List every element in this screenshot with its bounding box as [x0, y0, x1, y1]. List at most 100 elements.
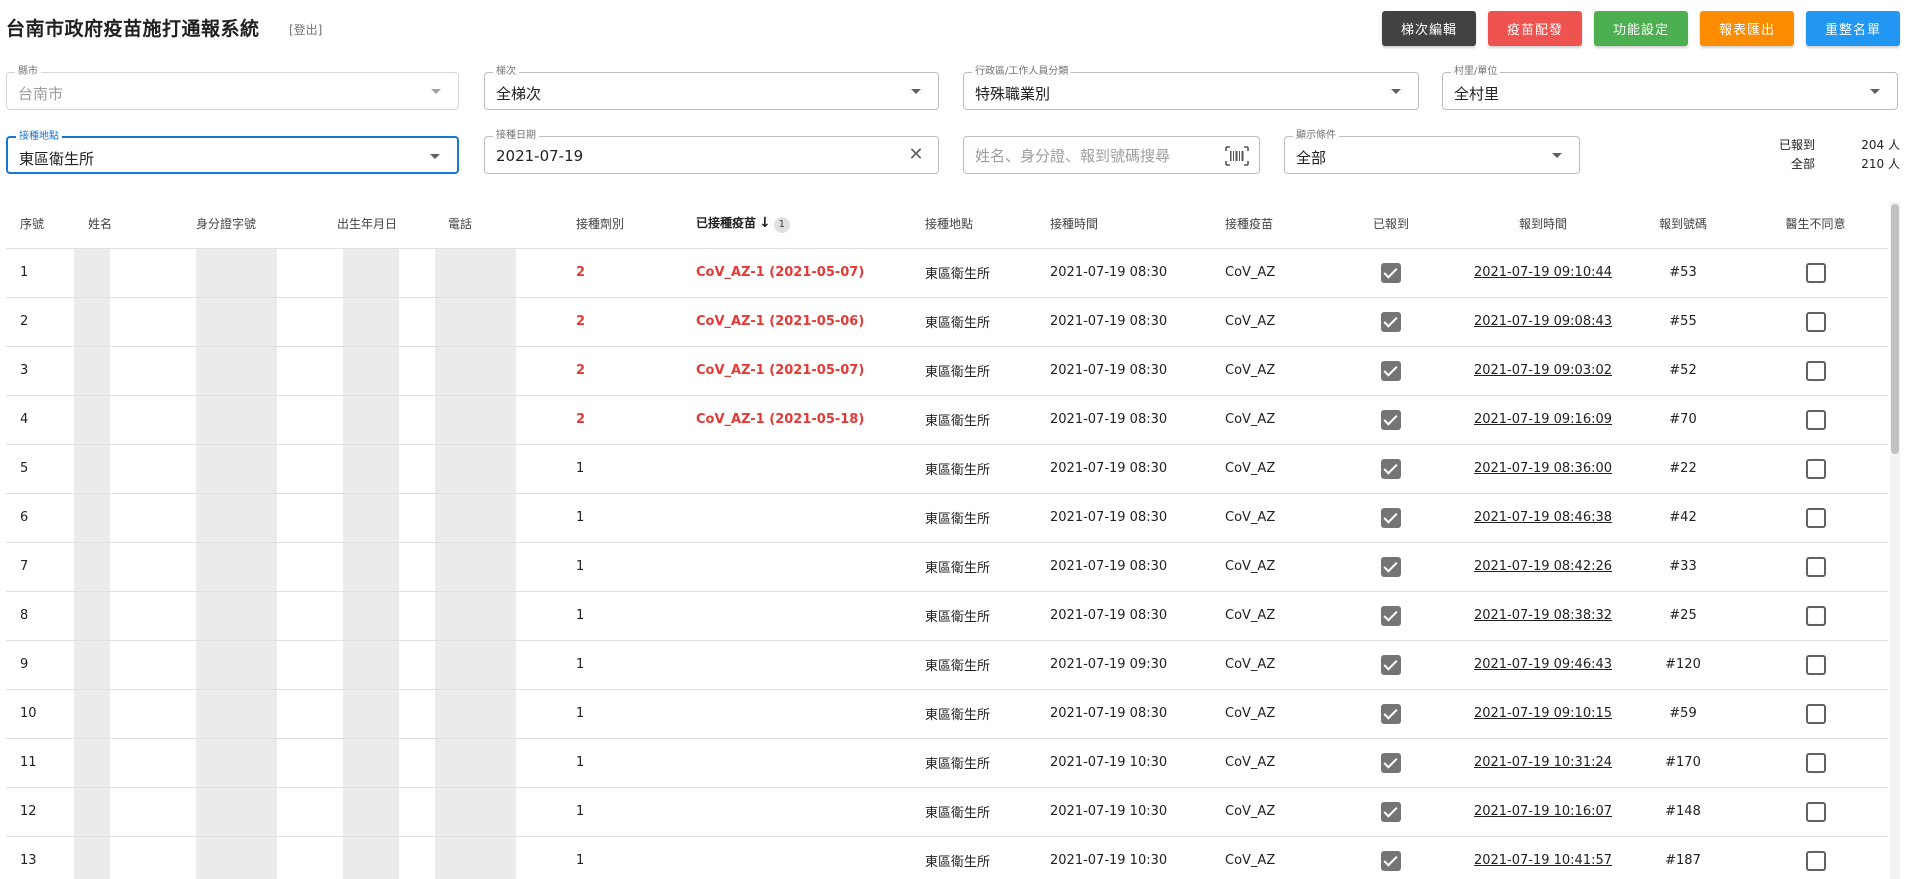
- col-site[interactable]: 接種地點: [911, 200, 1036, 249]
- table-row[interactable]: 8 1 東區衛生所 2021-07-19 08:30 CoV_AZ 2021-07-19 …: [6, 591, 1888, 641]
- col-phone[interactable]: 電話: [434, 200, 562, 249]
- col-checkin-time[interactable]: 報到時間: [1463, 200, 1623, 249]
- checkin-time-link[interactable]: 2021-07-19 09:10:15: [1474, 706, 1612, 721]
- checked-in-checkbox[interactable]: [1381, 507, 1401, 528]
- export-report-button[interactable]: 報表匯出: [1700, 11, 1794, 46]
- col-checked-in[interactable]: 已報到: [1319, 200, 1463, 249]
- village-select[interactable]: 村里/單位 全村里: [1442, 65, 1898, 110]
- arrow-down-icon[interactable]: ↓: [759, 215, 771, 231]
- table-row[interactable]: 13 1 東區衛生所 2021-07-19 10:30 CoV_AZ 2021-07-19…: [6, 836, 1888, 879]
- table-row[interactable]: 3 2 CoV_AZ-1 (2021-05-07) 東區衛生所 2021-07-19 0…: [6, 346, 1888, 396]
- table-row[interactable]: 4 2 CoV_AZ-1 (2021-05-18) 東區衛生所 2021-07-19 0…: [6, 395, 1888, 445]
- col-checkin-no[interactable]: 報到號碼: [1623, 200, 1743, 249]
- checked-in-checkbox[interactable]: [1381, 409, 1401, 430]
- checked-in-checkbox[interactable]: [1381, 654, 1401, 675]
- checkin-time-link[interactable]: 2021-07-19 09:08:43: [1474, 314, 1612, 329]
- table-row[interactable]: 9 1 東區衛生所 2021-07-19 09:30 CoV_AZ 2021-07-19 …: [6, 640, 1888, 690]
- checkin-time-link[interactable]: 2021-07-19 08:38:32: [1474, 608, 1612, 623]
- col-birthdate[interactable]: 出生年月日: [323, 200, 434, 249]
- close-icon[interactable]: ✕: [906, 145, 926, 165]
- redacted-block: [74, 591, 110, 640]
- doctor-refuse-checkbox[interactable]: [1805, 850, 1826, 871]
- checked-in-checkbox[interactable]: [1381, 752, 1401, 773]
- district-select[interactable]: 行政區/工作人員分類 特殊職業別: [963, 65, 1419, 110]
- date-field[interactable]: 接種日期 2021-07-19 ✕: [484, 129, 939, 174]
- batch-select[interactable]: 梯次 全梯次: [484, 65, 939, 110]
- col-name[interactable]: 姓名: [74, 200, 182, 249]
- doctor-refuse-checkbox[interactable]: [1805, 262, 1826, 283]
- scroll-thumb[interactable]: [1891, 204, 1899, 454]
- table-row[interactable]: 7 1 東區衛生所 2021-07-19 08:30 CoV_AZ 2021-07-19 …: [6, 542, 1888, 592]
- col-prior-vaccine[interactable]: 已接種疫苗 ↓ 1: [682, 200, 911, 249]
- doctor-refuse-checkbox[interactable]: [1805, 360, 1826, 381]
- checkin-time-link[interactable]: 2021-07-19 08:36:00: [1474, 461, 1612, 476]
- cell-phone: [434, 395, 562, 445]
- col-seq[interactable]: 序號: [6, 200, 74, 249]
- checked-in-checkbox[interactable]: [1381, 605, 1401, 626]
- display-select[interactable]: 顯示條件 全部: [1284, 129, 1580, 174]
- col-doctor-refuse[interactable]: 醫生不同意: [1743, 200, 1888, 249]
- doctor-refuse-checkbox[interactable]: [1805, 801, 1826, 822]
- checkin-time-link[interactable]: 2021-07-19 09:10:44: [1474, 265, 1612, 280]
- col-id-number[interactable]: 身分證字號: [182, 200, 323, 249]
- checkin-time-link[interactable]: 2021-07-19 08:42:26: [1474, 559, 1612, 574]
- table-row[interactable]: 5 1 東區衛生所 2021-07-19 08:30 CoV_AZ 2021-07-19 …: [6, 444, 1888, 494]
- checkin-time-link[interactable]: 2021-07-19 10:41:57: [1474, 853, 1612, 868]
- col-vaccine[interactable]: 接種疫苗: [1211, 200, 1319, 249]
- checkin-time-link[interactable]: 2021-07-19 10:31:24: [1474, 755, 1612, 770]
- caret-down-icon[interactable]: [911, 89, 921, 94]
- search-field[interactable]: [963, 136, 1260, 174]
- doctor-refuse-checkbox[interactable]: [1805, 458, 1826, 479]
- caret-down-icon[interactable]: [1391, 89, 1401, 94]
- caret-down-icon[interactable]: [1552, 153, 1562, 158]
- table-row[interactable]: 6 1 東區衛生所 2021-07-19 08:30 CoV_AZ 2021-07-19 …: [6, 493, 1888, 543]
- settings-button[interactable]: 功能設定: [1594, 11, 1688, 46]
- checked-in-checkbox[interactable]: [1381, 850, 1401, 871]
- cell-doctor-refuse: [1743, 297, 1888, 347]
- logout-link[interactable]: [登出]: [289, 21, 322, 38]
- doctor-refuse-checkbox[interactable]: [1805, 605, 1826, 626]
- redacted-block: [343, 640, 399, 689]
- redacted-block: [435, 787, 516, 836]
- checkin-time-link[interactable]: 2021-07-19 08:46:38: [1474, 510, 1612, 525]
- checked-in-checkbox[interactable]: [1381, 311, 1401, 332]
- cell-phone: [434, 738, 562, 788]
- checked-in-checkbox[interactable]: [1381, 703, 1401, 724]
- reorder-list-button[interactable]: 重整名單: [1806, 11, 1900, 46]
- checked-in-checkbox[interactable]: [1381, 360, 1401, 381]
- checkin-time-link[interactable]: 2021-07-19 09:03:02: [1474, 363, 1612, 378]
- table-row[interactable]: 1 2 CoV_AZ-1 (2021-05-07) 東區衛生所 2021-07-19 0…: [6, 248, 1888, 298]
- checkin-time-link[interactable]: 2021-07-19 09:46:43: [1474, 657, 1612, 672]
- barcode-scan-icon[interactable]: [1225, 146, 1249, 166]
- table-row[interactable]: 2 2 CoV_AZ-1 (2021-05-06) 東區衛生所 2021-07-19 0…: [6, 297, 1888, 347]
- doctor-refuse-checkbox[interactable]: [1805, 409, 1826, 430]
- vaccine-allocation-button[interactable]: 疫苗配發: [1488, 11, 1582, 46]
- checked-in-checkbox[interactable]: [1381, 801, 1401, 822]
- batch-edit-button[interactable]: 梯次編輯: [1382, 11, 1476, 46]
- doctor-refuse-checkbox[interactable]: [1805, 311, 1826, 332]
- checked-in-checkbox[interactable]: [1381, 262, 1401, 283]
- caret-down-icon[interactable]: [430, 154, 440, 159]
- table-row[interactable]: 12 1 東區衛生所 2021-07-19 10:30 CoV_AZ 2021-07-19…: [6, 787, 1888, 837]
- doctor-refuse-checkbox[interactable]: [1805, 654, 1826, 675]
- cell-birthdate: [323, 297, 434, 347]
- table-row[interactable]: 10 1 東區衛生所 2021-07-19 08:30 CoV_AZ 2021-07-19…: [6, 689, 1888, 739]
- checked-in-checkbox[interactable]: [1381, 458, 1401, 479]
- search-input[interactable]: [975, 147, 1195, 165]
- checkin-time-link[interactable]: 2021-07-19 10:16:07: [1474, 804, 1612, 819]
- scrollbar[interactable]: [1890, 202, 1900, 879]
- site-select[interactable]: 接種地點 東區衛生所: [6, 130, 459, 174]
- checked-in-checkbox[interactable]: [1381, 556, 1401, 577]
- cell-phone: [434, 542, 562, 592]
- doctor-refuse-checkbox[interactable]: [1805, 507, 1826, 528]
- caret-down-icon: [431, 89, 441, 94]
- doctor-refuse-checkbox[interactable]: [1805, 752, 1826, 773]
- checkin-time-link[interactable]: 2021-07-19 09:16:09: [1474, 412, 1612, 427]
- col-time[interactable]: 接種時間: [1036, 200, 1211, 249]
- doctor-refuse-checkbox[interactable]: [1805, 556, 1826, 577]
- col-dose[interactable]: 接種劑別: [562, 200, 682, 249]
- cell-checked-in: [1319, 346, 1463, 396]
- caret-down-icon[interactable]: [1870, 89, 1880, 94]
- table-row[interactable]: 11 1 東區衛生所 2021-07-19 10:30 CoV_AZ 2021-07-19…: [6, 738, 1888, 788]
- doctor-refuse-checkbox[interactable]: [1805, 703, 1826, 724]
